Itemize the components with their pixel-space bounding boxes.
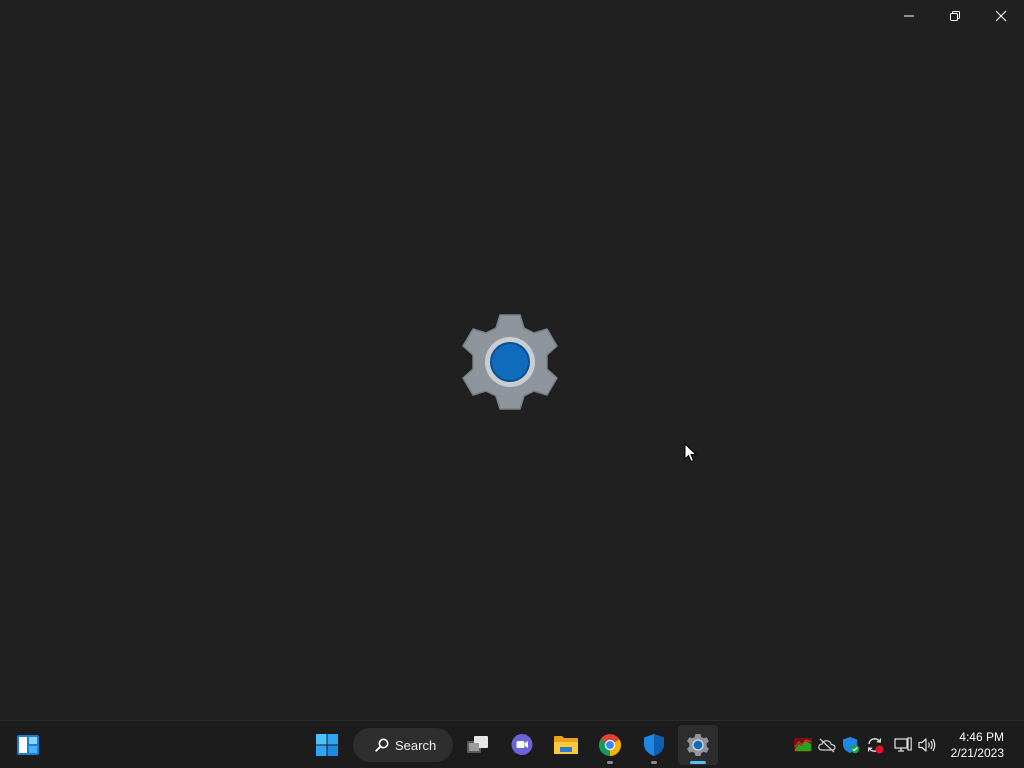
tray-cloud[interactable] bbox=[818, 735, 836, 755]
sync-alert-icon bbox=[867, 738, 884, 754]
search-label: Search bbox=[395, 737, 437, 753]
taskbar-app-settings[interactable] bbox=[678, 725, 718, 765]
shield-icon bbox=[644, 734, 664, 756]
settings-window bbox=[0, 0, 1024, 720]
widgets-button[interactable] bbox=[8, 725, 48, 765]
taskbar: Search 4:46 PM 2/21/2023 bbox=[0, 720, 1024, 768]
tray-network[interactable] bbox=[894, 735, 912, 755]
gear-icon bbox=[687, 734, 709, 756]
gpu-monitor-icon bbox=[794, 738, 812, 752]
title-bar-controls bbox=[886, 0, 1024, 32]
tray-volume[interactable] bbox=[918, 735, 936, 755]
taskbar-clock[interactable]: 4:46 PM 2/21/2023 bbox=[951, 729, 1004, 761]
settings-gear-icon bbox=[462, 314, 558, 410]
tray-gpu-monitor[interactable] bbox=[794, 735, 812, 755]
taskbar-app-chrome[interactable] bbox=[590, 725, 630, 765]
cloud-off-icon bbox=[818, 738, 836, 753]
close-button[interactable] bbox=[978, 0, 1024, 32]
running-indicator bbox=[651, 761, 657, 764]
search-icon bbox=[375, 738, 389, 752]
windows-start-icon bbox=[316, 734, 338, 756]
minimize-icon bbox=[904, 15, 914, 17]
network-icon bbox=[894, 737, 912, 752]
taskbar-search[interactable]: Search bbox=[353, 728, 453, 762]
close-icon bbox=[995, 10, 1007, 22]
running-indicator bbox=[607, 761, 613, 764]
tray-sync[interactable] bbox=[866, 735, 884, 755]
tray-security[interactable] bbox=[842, 735, 860, 755]
widgets-icon bbox=[17, 735, 39, 755]
restore-button[interactable] bbox=[932, 0, 978, 32]
clock-time: 4:46 PM bbox=[959, 730, 1004, 744]
minimize-button[interactable] bbox=[886, 0, 932, 32]
chrome-icon bbox=[599, 734, 621, 756]
taskbar-app-task-view[interactable] bbox=[458, 725, 498, 765]
taskbar-app-teams-chat[interactable] bbox=[502, 725, 542, 765]
volume-icon bbox=[918, 738, 936, 752]
task-view-icon bbox=[467, 736, 488, 753]
folder-icon bbox=[554, 736, 578, 754]
restore-icon bbox=[950, 11, 960, 21]
start-button[interactable] bbox=[307, 725, 347, 765]
taskbar-app-defender[interactable] bbox=[634, 725, 674, 765]
security-shield-icon bbox=[843, 737, 860, 754]
clock-date: 2/21/2023 bbox=[950, 746, 1004, 760]
mouse-cursor-icon bbox=[684, 443, 698, 463]
taskbar-app-file-explorer[interactable] bbox=[546, 725, 586, 765]
teams-chat-icon bbox=[511, 734, 533, 755]
active-indicator bbox=[690, 761, 706, 764]
